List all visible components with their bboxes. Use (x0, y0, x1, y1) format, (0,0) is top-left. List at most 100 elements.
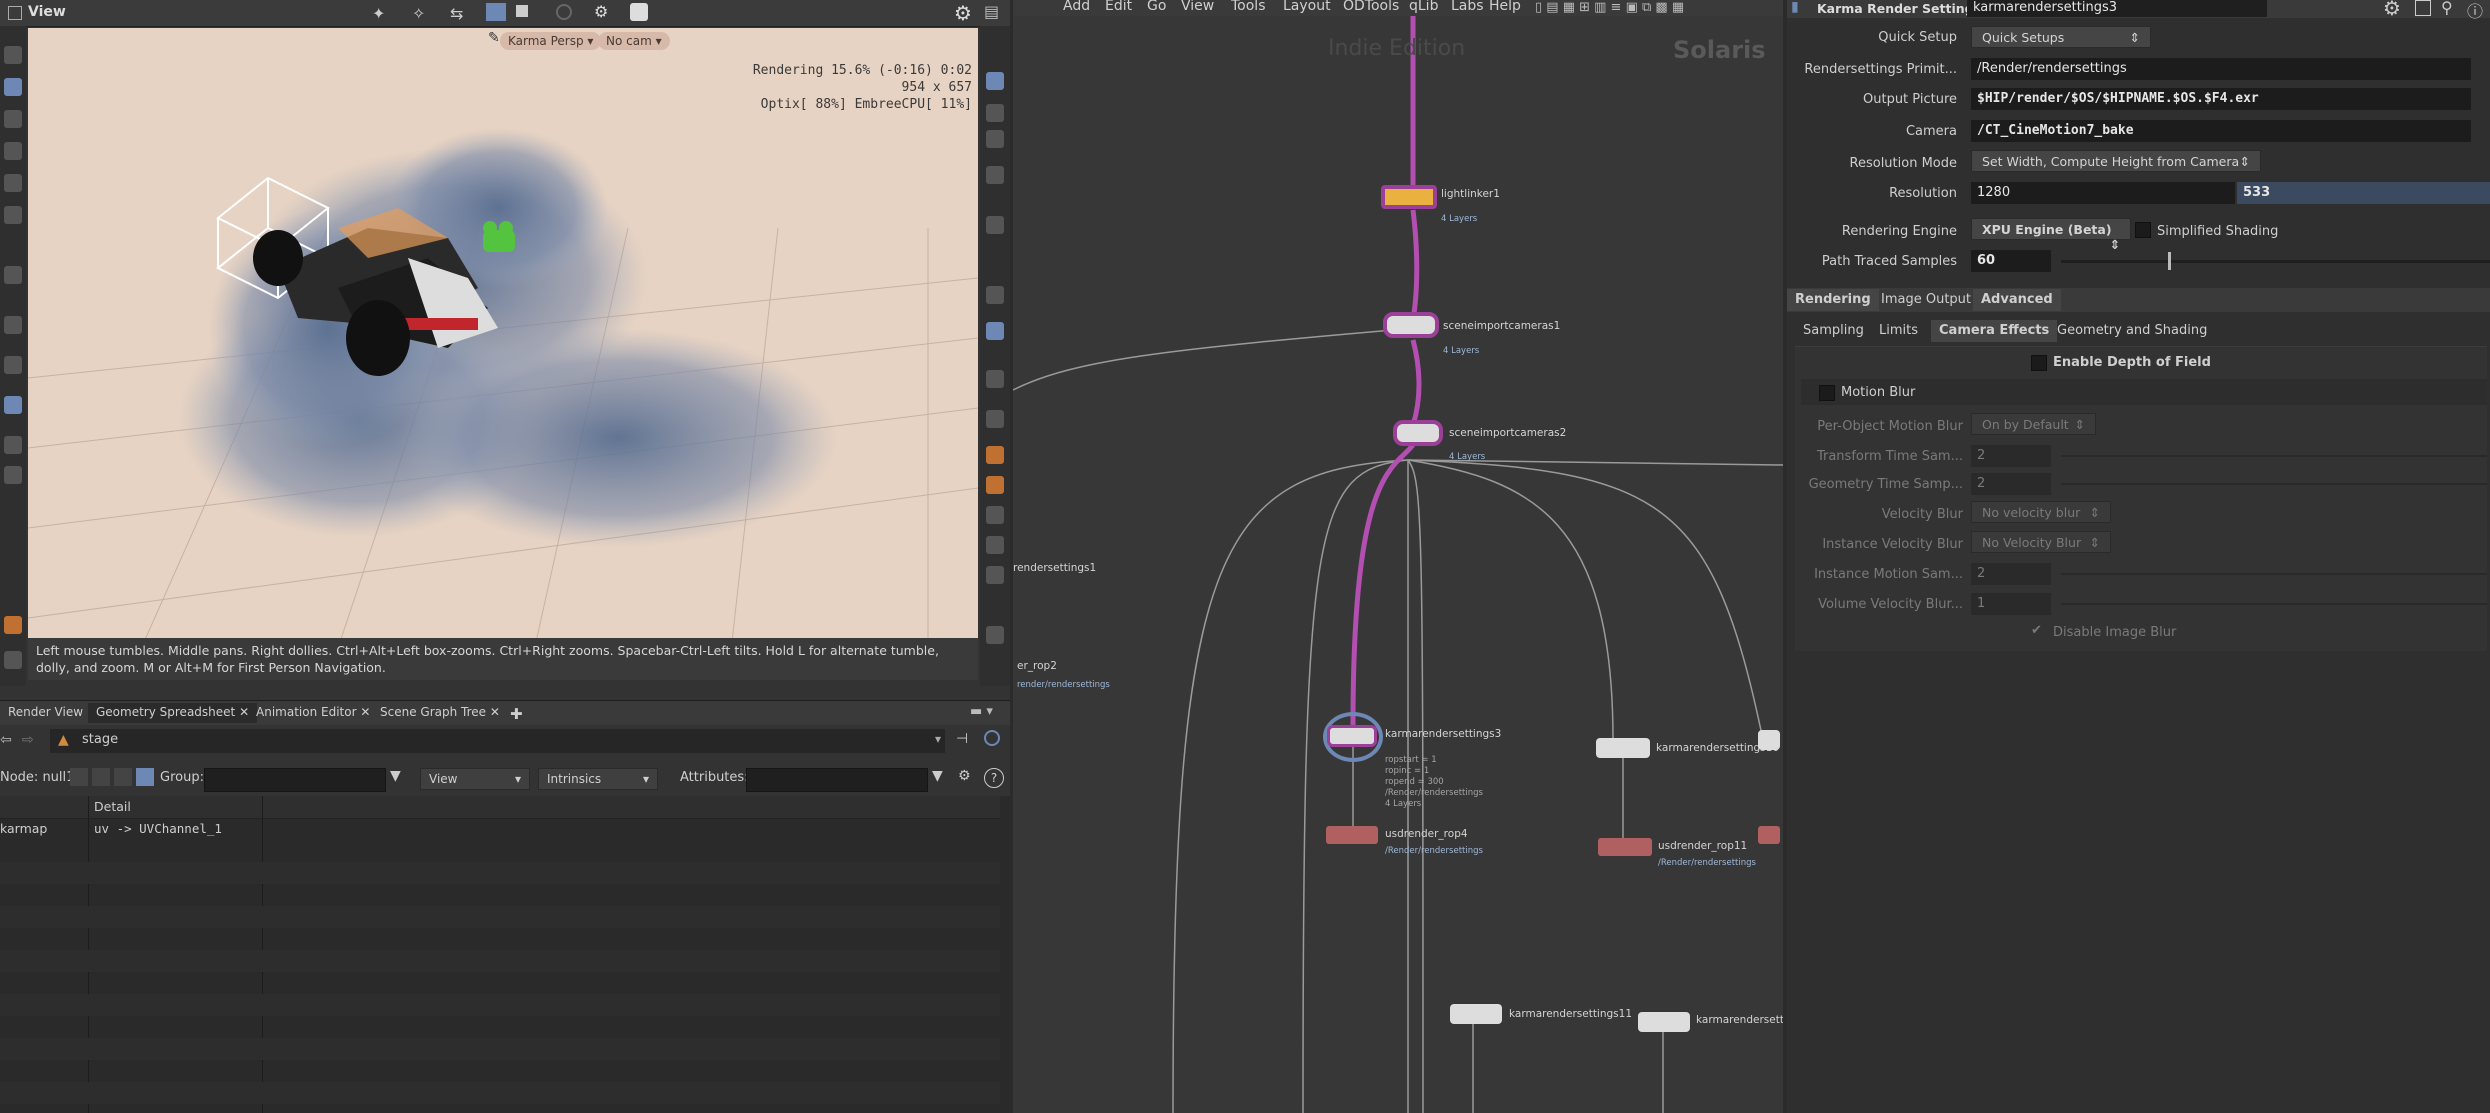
menu-labs[interactable]: Labs (1451, 0, 1484, 14)
node-offscreen[interactable] (1758, 826, 1780, 844)
slider-track[interactable] (2061, 483, 2487, 485)
node-karmarendersettings[interactable] (1638, 1012, 1690, 1032)
edit-tool-icon[interactable] (4, 266, 22, 284)
transform-time-samples-field[interactable]: 2 (1971, 445, 2051, 467)
instance-velocity-blur-dropdown[interactable]: No Velocity Blur ⇕ (1971, 531, 2111, 553)
rendering-engine-dropdown[interactable]: XPU Engine (Beta) ⇕ (1971, 218, 2131, 252)
intrinsics-dropdown[interactable]: Intrinsics ▾ (538, 768, 658, 790)
grid-icon[interactable] (986, 322, 1004, 340)
resolution-width-field[interactable]: 1280 (1971, 182, 2235, 204)
attributes-field[interactable] (746, 768, 928, 792)
circle-icon[interactable] (556, 4, 572, 20)
shuffle-icon[interactable]: ⇆ (450, 4, 463, 23)
gear-icon[interactable]: ⚙ (954, 1, 972, 25)
filter-icon[interactable]: ▼ (390, 768, 401, 784)
motion-blur-checkbox[interactable] (1819, 385, 1835, 401)
vertices-icon[interactable] (92, 768, 110, 786)
tab-image-output[interactable]: Image Output (1873, 289, 1979, 311)
node-lightlinker1[interactable] (1381, 185, 1437, 209)
samples-slider-handle[interactable] (2168, 252, 2171, 270)
camera-persp-button[interactable]: Karma Persp ▾ (500, 32, 602, 50)
search-icon[interactable]: ⚲ (2441, 0, 2453, 17)
tab-sampling[interactable]: Sampling (1795, 320, 1872, 342)
menu-help[interactable]: Help (1489, 0, 1521, 14)
pause-icon[interactable] (986, 410, 1004, 428)
tab-camera-effects[interactable]: Camera Effects (1931, 320, 2058, 342)
render-settings-icon[interactable]: ✦ (372, 4, 385, 23)
disable-image-blur-checkbox[interactable]: ✔ (2031, 623, 2042, 638)
gear-icon[interactable]: ⚙ (2383, 0, 2401, 20)
node-sceneimportcameras1[interactable] (1383, 312, 1439, 338)
network-toolbar-icons[interactable]: ▯ ▤ ▦ ⊞ ▥ ≡ ▣ ⧉ ▩ ▦ (1535, 0, 1684, 15)
node-offscreen[interactable] (1758, 730, 1780, 750)
pose-tool-icon[interactable] (4, 316, 22, 334)
node-usdrender-rop11[interactable] (1598, 838, 1652, 856)
pane-menu-icon[interactable] (8, 6, 22, 20)
light-tool-icon[interactable] (4, 436, 22, 454)
flipbook-icon[interactable]: ⚙ (594, 2, 608, 21)
settings-icon[interactable]: ⚙ (958, 768, 971, 784)
pane-options-icon[interactable]: ▤ (984, 2, 999, 21)
motion-blur-section[interactable]: Motion Blur (1801, 379, 2487, 405)
node-sceneimportcameras2[interactable] (1393, 420, 1443, 446)
menu-view[interactable]: View (1181, 0, 1214, 14)
render-icon[interactable] (986, 476, 1004, 494)
display-options-icon[interactable] (630, 3, 648, 21)
tab-scene-graph-tree[interactable]: Scene Graph Tree ✕ (372, 703, 508, 723)
add-tab-icon[interactable]: ✚ (502, 703, 531, 723)
lights-icon[interactable] (986, 216, 1004, 234)
node-name-field[interactable]: karmarendersettings3 (1967, 0, 2267, 17)
network-path-field[interactable]: ▲ stage ▾ (50, 729, 945, 753)
display-points-icon[interactable] (986, 104, 1004, 122)
tab-geometry-and-shading[interactable]: Geometry and Shading (2049, 320, 2215, 342)
lock-tool-icon[interactable] (4, 78, 22, 96)
menu-layout[interactable]: Layout (1283, 0, 1331, 14)
snapshot-icon[interactable] (986, 506, 1004, 524)
render-toggle-icon[interactable] (486, 3, 506, 21)
path-traced-samples-field[interactable]: 60 (1971, 250, 2051, 272)
points-icon[interactable] (70, 768, 88, 786)
paint-tool-icon[interactable] (4, 356, 22, 374)
group-field[interactable] (204, 768, 386, 792)
select-tool-icon[interactable] (4, 46, 22, 64)
node-karmarendersettings3[interactable] (1327, 725, 1377, 747)
node-karmarendersettings10[interactable] (1596, 738, 1650, 758)
resolution-mode-dropdown[interactable]: Set Width, Compute Height from Camera ⇕ (1971, 150, 2261, 172)
geometry-time-samples-field[interactable]: 2 (1971, 473, 2051, 495)
background-icon[interactable] (986, 286, 1004, 304)
menu-edit[interactable]: Edit (1105, 0, 1132, 14)
render-region-icon[interactable] (986, 446, 1004, 464)
tab-rendering[interactable]: Rendering (1787, 289, 1879, 311)
menu-qlib[interactable]: qLib (1409, 0, 1438, 14)
tab-advanced[interactable]: Advanced (1973, 289, 2061, 311)
menu-go[interactable]: Go (1147, 0, 1166, 14)
pin-icon[interactable]: ⊣ (956, 731, 968, 747)
shading-icon[interactable] (986, 166, 1004, 184)
ruler-tool-icon[interactable] (4, 616, 22, 634)
tab-limits[interactable]: Limits (1871, 320, 1926, 342)
slider-track[interactable] (2061, 603, 2487, 605)
menu-odtools[interactable]: ODTools (1343, 0, 1399, 14)
stop-icon[interactable] (516, 5, 528, 17)
scale-tool-icon[interactable] (4, 174, 22, 192)
detail-icon[interactable] (136, 768, 154, 786)
table-row[interactable]: karmap uv -> UVChannel_1 (0, 818, 1000, 840)
compare-icon[interactable] (986, 626, 1004, 644)
rotate-tool-icon[interactable] (4, 142, 22, 160)
slider-track[interactable] (2061, 573, 2487, 575)
quick-setup-dropdown[interactable]: Quick Setups ⇕ (1971, 26, 2151, 48)
viewport-3d[interactable]: ✎ Karma Persp ▾ No cam ▾ Rendering 15.6%… (28, 28, 978, 678)
network-editor[interactable]: Add Edit Go View Tools Layout ODTools qL… (1013, 0, 1783, 1113)
output-picture-field[interactable]: $HIP/render/$OS/$HIPNAME.$OS.$F4.exr (1971, 88, 2471, 110)
help-icon[interactable]: ? (984, 768, 1004, 788)
visualizer-icon[interactable] (986, 370, 1004, 388)
move-tool-icon[interactable] (4, 110, 22, 128)
simplified-shading-checkbox[interactable] (2135, 222, 2151, 238)
lock-camera-icon[interactable] (986, 130, 1004, 148)
snap-icon[interactable]: ✧ (412, 4, 425, 23)
tab-animation-editor[interactable]: Animation Editor ✕ (248, 703, 378, 723)
magnet-tool-icon[interactable] (4, 396, 22, 414)
pen-icon[interactable]: ✎ (488, 30, 500, 46)
filter-icon[interactable]: ▼ (932, 768, 943, 784)
camera-select-button[interactable]: No cam ▾ (598, 32, 670, 50)
